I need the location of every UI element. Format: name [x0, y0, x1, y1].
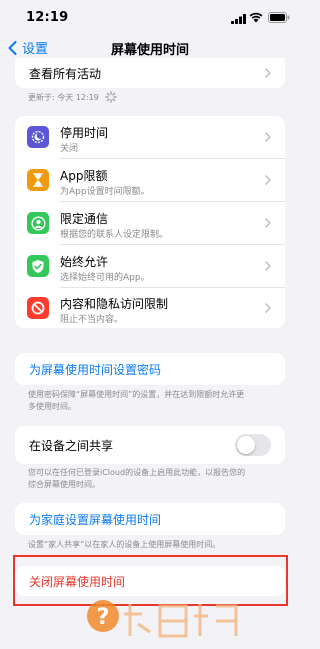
hourglass-icon — [27, 169, 49, 191]
downtime-title: 停用时间 — [60, 126, 109, 140]
loading-spinner-icon — [105, 91, 117, 103]
cellular-signal-icon — [231, 14, 246, 24]
updated-text: 更新于: 今天 12:19 — [28, 92, 99, 102]
see-all-activity-label: 查看所有活动 — [29, 67, 102, 81]
always-allowed-title: 始终允许 — [60, 255, 109, 269]
passcode-footer-line1: 使用密码保障“屏幕使用时间”的设置，并在达到限额时允许更 — [28, 390, 245, 399]
row-app-limits[interactable]: App限额 为App设置时间限额。 — [15, 159, 285, 201]
watermark-logo: ? — [87, 600, 238, 638]
content-privacy-subtitle: 阻止不当内容。 — [60, 315, 124, 325]
chevron-right-icon — [265, 218, 271, 228]
content-privacy-title: 内容和隐私访问限制 — [60, 297, 169, 311]
set-passcode-button[interactable]: 为屏幕使用时间设置密码 — [15, 353, 285, 385]
set-passcode-label: 为屏幕使用时间设置密码 — [29, 363, 162, 377]
status-bar: 12:19 — [0, 0, 300, 34]
downtime-subtitle: 关闭 — [60, 144, 79, 154]
share-across-devices-toggle[interactable] — [235, 434, 271, 456]
share-across-devices-label: 在设备之间共享 — [29, 439, 114, 453]
family-footer: 设置“家人共享”以在家人的设备上使用屏幕使用时间。 — [28, 540, 221, 549]
chevron-right-icon — [265, 68, 271, 78]
no-entry-icon — [27, 297, 49, 319]
chevron-right-icon — [265, 132, 271, 142]
row-communication-limits[interactable]: 限定通信 根据您的联系人设定限制。 — [15, 202, 285, 244]
communication-limits-subtitle: 根据您的联系人设定限制。 — [60, 230, 169, 240]
moon-clock-icon — [27, 126, 49, 148]
row-always-allowed[interactable]: 始终允许 选择始终可用的App。 — [15, 245, 285, 287]
svg-text:?: ? — [97, 605, 110, 630]
page-title: 屏幕使用时间 — [110, 43, 189, 58]
share-footer-line1: 您可以在任何已登录iCloud的设备上启用此功能，以报告您的 — [28, 468, 246, 477]
passcode-card: 为屏幕使用时间设置密码 — [15, 353, 285, 385]
toggle-knob — [237, 436, 255, 454]
passcode-footer: 使用密码保障“屏幕使用时间”的设置，并在达到限额时允许更 多使用时间。 — [28, 389, 278, 413]
row-content-privacy[interactable]: 内容和隐私访问限制 阻止不当内容。 — [15, 288, 285, 328]
chevron-right-icon — [265, 261, 271, 271]
app-limits-title: App限额 — [60, 169, 108, 183]
checkmark-shield-icon — [27, 255, 49, 277]
wifi-icon — [249, 12, 263, 23]
see-all-activity-card: 查看所有活动 — [15, 58, 285, 88]
always-allowed-subtitle: 选择始终可用的App。 — [60, 273, 150, 283]
passcode-footer-line2: 多使用时间。 — [28, 402, 76, 411]
status-time: 12:19 — [26, 10, 69, 25]
family-card: 为家庭设置屏幕使用时间 — [15, 503, 285, 535]
share-footer-line2: 综合屏幕使用时间。 — [28, 480, 100, 489]
app-limits-subtitle: 为App设置时间限额。 — [60, 187, 150, 197]
see-all-activity-row[interactable]: 查看所有活动 — [15, 58, 285, 88]
limits-card: 停用时间 关闭 App限额 为App设置时间限额。 限定通信 根据您的联系人设定… — [15, 116, 285, 328]
communication-limits-title: 限定通信 — [60, 212, 109, 226]
share-card: 在设备之间共享 — [15, 426, 285, 464]
family-setup-button[interactable]: 为家庭设置屏幕使用时间 — [15, 503, 285, 535]
chevron-right-icon — [265, 175, 271, 185]
share-across-devices-row: 在设备之间共享 — [15, 426, 285, 464]
updated-status: 更新于: 今天 12:19 — [28, 90, 117, 104]
battery-icon — [268, 12, 290, 23]
person-circle-icon — [27, 212, 49, 234]
row-downtime[interactable]: 停用时间 关闭 — [15, 116, 285, 158]
chevron-right-icon — [265, 303, 271, 313]
family-setup-label: 为家庭设置屏幕使用时间 — [29, 513, 162, 527]
share-footer: 您可以在任何已登录iCloud的设备上启用此功能，以报告您的 综合屏幕使用时间。 — [28, 467, 278, 491]
